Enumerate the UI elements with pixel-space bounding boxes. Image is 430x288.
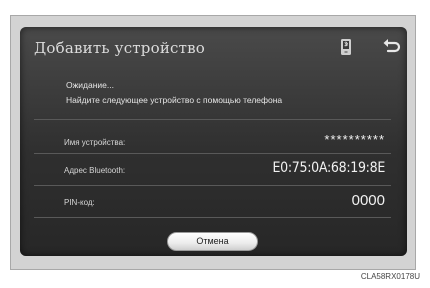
back-button[interactable] [380, 37, 402, 57]
device-name-label: Имя устройства: [64, 138, 126, 147]
pin-code-label: PIN-код: [64, 198, 95, 207]
screen-title: Добавить устройство [34, 39, 206, 57]
pin-code-value: 0000 [351, 192, 385, 209]
bluetooth-phone-icon [341, 39, 351, 55]
figure-code: CLA58RX0178U [360, 272, 420, 281]
divider [34, 185, 391, 186]
cancel-button[interactable]: Отмена [167, 232, 258, 251]
divider [34, 153, 391, 154]
bluetooth-address-label: Адрес Bluetooth: [64, 166, 126, 175]
waiting-status: Ожидание... [66, 80, 114, 90]
device-name-value: ********** [324, 132, 385, 147]
device-add-screen: Добавить устройство Ожидание... Найдите … [20, 27, 407, 256]
bluetooth-address-value: E0:75:0A:68:19:8E [272, 160, 385, 176]
divider [34, 217, 391, 218]
divider [34, 119, 391, 120]
instruction-text: Найдите следующее устройство с помощью т… [66, 95, 283, 105]
